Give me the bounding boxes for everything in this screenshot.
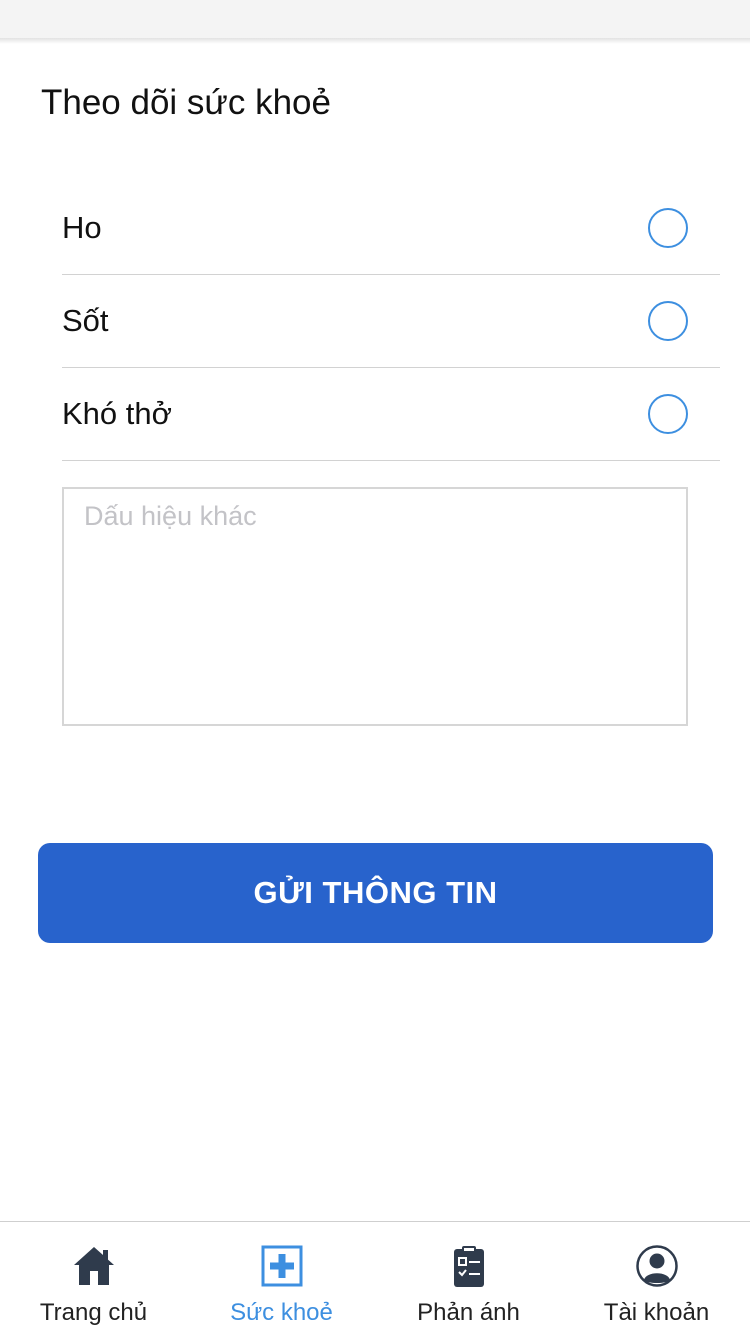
account-circle-icon <box>635 1245 678 1287</box>
tab-bar: Trang chủ Sức khoẻ Phản ánh Tài khoản <box>0 1221 750 1335</box>
tab-home[interactable]: Trang chủ <box>0 1222 187 1335</box>
shortness-of-breath-radio[interactable] <box>648 394 688 434</box>
symptom-row-shortness-of-breath[interactable]: Khó thở <box>62 368 720 461</box>
sheet-top-edge <box>0 38 750 44</box>
home-icon <box>73 1247 114 1285</box>
medical-plus-icon <box>261 1245 302 1287</box>
tab-label: Tài khoản <box>603 1299 710 1326</box>
symptom-row-fever[interactable]: Sốt <box>62 275 720 368</box>
fever-radio[interactable] <box>648 301 688 341</box>
tab-feedback[interactable]: Phản ánh <box>375 1222 562 1335</box>
submit-button[interactable]: GỬI THÔNG TIN <box>38 843 713 943</box>
other-signs-textarea[interactable] <box>62 487 688 726</box>
tab-label: Trang chủ <box>39 1299 148 1326</box>
tab-account[interactable]: Tài khoản <box>563 1222 750 1335</box>
tab-label: Phản ánh <box>417 1299 520 1326</box>
status-bar <box>0 0 750 40</box>
symptom-label: Sốt <box>62 303 109 338</box>
tab-label: Sức khoẻ <box>230 1299 333 1326</box>
clipboard-checklist-icon <box>453 1246 484 1287</box>
symptom-label: Ho <box>62 210 102 245</box>
page-title: Theo dõi sức khoẻ <box>41 83 331 122</box>
cough-radio[interactable] <box>648 208 688 248</box>
symptom-label: Khó thở <box>62 396 172 431</box>
symptom-list: Ho Sốt Khó thở <box>62 182 720 461</box>
symptom-row-cough[interactable]: Ho <box>62 182 720 275</box>
tab-health[interactable]: Sức khoẻ <box>188 1222 375 1335</box>
